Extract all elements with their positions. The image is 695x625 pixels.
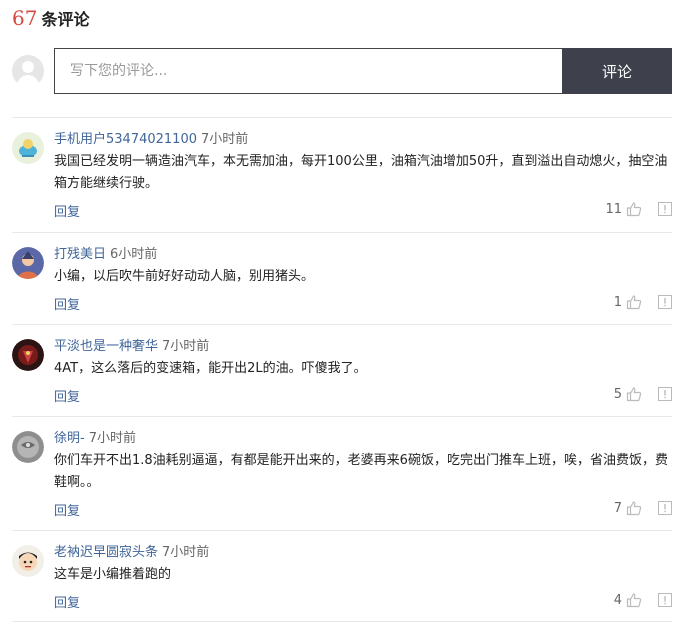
comment-item: 手机用户53474021100 7小时前 我国已经发明一辆造油汽车，本无需加油，每… — [12, 117, 672, 232]
comment-text: 4AT，这么落后的变速箱，能开出2L的油。吓傻我了。 — [54, 361, 367, 376]
reply-link[interactable]: 回复 — [54, 386, 80, 405]
like-count: 11 — [605, 201, 622, 217]
report-icon[interactable] — [658, 593, 672, 607]
reply-link[interactable]: 回复 — [54, 201, 80, 220]
report-icon[interactable] — [658, 501, 672, 515]
like-button[interactable]: 1 — [614, 294, 642, 310]
user-avatar[interactable] — [12, 431, 44, 463]
comment-item: 打残美日 6小时前 小编，以后吹牛前好好动动人脑，别用猪头。 回复 1 — [12, 232, 672, 324]
comment-text: 小编，以后吹牛前好好动动人脑，别用猪头。 — [54, 269, 315, 284]
comment-username[interactable]: 平淡也是一种奢华 — [54, 339, 158, 354]
comment-time: 7小时前 — [200, 132, 249, 147]
user-avatar[interactable] — [12, 339, 44, 371]
comment-composer: 评论 — [12, 48, 672, 94]
comment-actions: 回复 7 — [54, 498, 672, 520]
comment-text: 你们车开不出1.8油耗别逼逼，有都是能开出来的，老婆再来6碗饭，吃完出门推车上班… — [54, 453, 668, 490]
thumbs-up-icon — [626, 387, 642, 402]
report-icon[interactable] — [658, 387, 672, 401]
user-avatar[interactable] — [12, 545, 44, 577]
submit-comment-button[interactable]: 评论 — [562, 48, 672, 94]
comment-input[interactable] — [54, 48, 562, 94]
comment-time: 7小时前 — [162, 339, 210, 354]
comment-actions: 回复 11 — [54, 199, 672, 221]
comment-time: 7小时前 — [162, 545, 210, 560]
like-button[interactable]: 5 — [614, 386, 642, 402]
current-user-avatar — [12, 55, 44, 87]
comment-username[interactable]: 打残美日 — [54, 247, 106, 262]
user-avatar[interactable] — [12, 247, 44, 279]
reply-link[interactable]: 回复 — [54, 500, 80, 519]
report-icon[interactable] — [658, 202, 672, 216]
thumbs-up-icon — [626, 202, 642, 217]
like-count: 1 — [613, 294, 622, 310]
comment-actions: 回复 1 — [54, 292, 672, 314]
comment-count-label: 条评论 — [41, 10, 90, 29]
comment-time: 7小时前 — [88, 431, 136, 446]
comment-meta: 徐明- 7小时前 — [54, 430, 672, 448]
comment-meta: 打残美日 6小时前 — [54, 246, 672, 264]
comment-list: 手机用户53474021100 7小时前 我国已经发明一辆造油汽车，本无需加油，每… — [12, 117, 672, 622]
comment-time: 6小时前 — [110, 247, 158, 262]
thumbs-up-icon — [626, 593, 642, 608]
comment-header: 67 条评论 — [12, 6, 89, 32]
thumbs-up-icon — [626, 501, 642, 516]
comment-item: 徐明- 7小时前 你们车开不出1.8油耗别逼逼，有都是能开出来的，老婆再来6碗饭，… — [12, 416, 672, 530]
comment-username[interactable]: 手机用户53474021100 — [54, 132, 197, 147]
like-count: 4 — [613, 592, 622, 608]
like-button[interactable]: 11 — [605, 201, 642, 217]
like-button[interactable]: 7 — [614, 500, 642, 516]
thumbs-up-icon — [626, 295, 642, 310]
user-avatar[interactable] — [12, 132, 44, 164]
comment-item: 老衲迟早圆寂头条 7小时前 这车是小编推着跑的 回复 4 — [12, 530, 672, 622]
comment-count: 67 — [12, 6, 38, 30]
comment-text: 我国已经发明一辆造油汽车，本无需加油，每开100公里，油箱汽油增加50升，直到溢… — [54, 154, 668, 191]
like-count: 5 — [613, 386, 622, 402]
comment-username[interactable]: 老衲迟早圆寂头条 — [54, 545, 158, 560]
comment-meta: 手机用户53474021100 7小时前 — [54, 131, 672, 149]
comment-item: 平淡也是一种奢华 7小时前 4AT，这么落后的变速箱，能开出2L的油。吓傻我了。 … — [12, 324, 672, 416]
comment-username[interactable]: 徐明- — [54, 431, 85, 446]
report-icon[interactable] — [658, 295, 672, 309]
comment-actions: 回复 4 — [54, 590, 672, 612]
comment-meta: 平淡也是一种奢华 7小时前 — [54, 338, 672, 356]
comment-text: 这车是小编推着跑的 — [54, 567, 172, 582]
like-count: 7 — [613, 500, 622, 516]
reply-link[interactable]: 回复 — [54, 294, 80, 313]
comment-actions: 回复 5 — [54, 384, 672, 406]
reply-link[interactable]: 回复 — [54, 592, 80, 611]
like-button[interactable]: 4 — [614, 592, 642, 608]
comment-meta: 老衲迟早圆寂头条 7小时前 — [54, 544, 672, 562]
